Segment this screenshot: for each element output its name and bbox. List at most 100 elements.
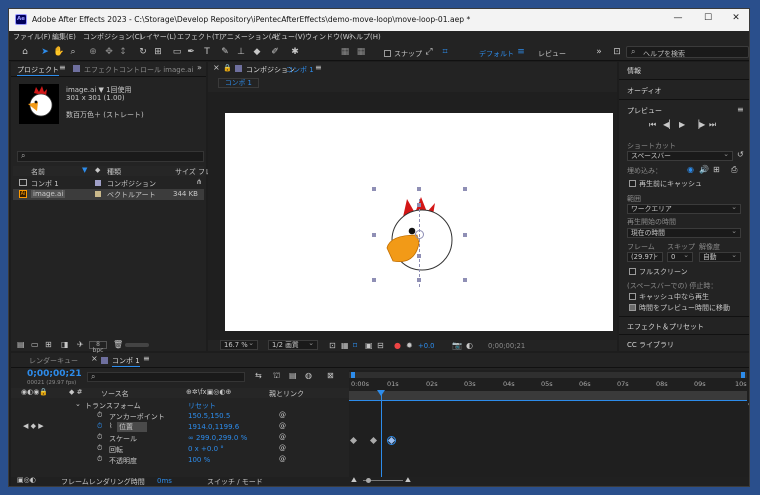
rotation-tool-icon[interactable]: ↻ <box>137 46 149 58</box>
adjust-icon[interactable]: ◨ <box>61 340 69 349</box>
chevron-down-icon[interactable]: ⌄ <box>75 400 81 408</box>
time-graph[interactable]: 0:00s 01s 02s 03s 04s 05s 06s 07s 08s 09… <box>349 370 749 477</box>
menu-edit[interactable]: 編集(E) <box>52 32 76 42</box>
hand-tool-icon[interactable]: ✋ <box>53 46 65 58</box>
composition-tab-name[interactable]: コンポ 1 <box>286 65 314 75</box>
property-value[interactable]: 100 % <box>188 456 210 464</box>
effect-controls-tab[interactable]: エフェクトコントロール image.ai <box>84 65 194 75</box>
expression-pickwhip-icon[interactable]: @ <box>279 433 286 441</box>
selection-tool-icon[interactable]: ➤ <box>39 46 51 58</box>
transparency-grid-icon[interactable]: ▦ <box>341 341 349 350</box>
video-include-icon[interactable]: ◉ <box>687 165 694 174</box>
position-keyframe-2[interactable] <box>369 436 378 445</box>
export-icon[interactable]: ⎙ <box>731 165 737 175</box>
timeline-comp-tab[interactable]: コンポ 1 <box>112 356 140 367</box>
puppet-tool-icon[interactable]: ✱ <box>289 46 301 58</box>
cache-before-checkbox[interactable] <box>629 180 636 187</box>
graph-editor-icon[interactable]: ⊠ <box>327 371 334 380</box>
type-tool-icon[interactable]: T <box>201 46 213 58</box>
motion-blur-icon[interactable]: ◍ <box>305 371 312 380</box>
fullscreen-checkbox[interactable] <box>629 268 636 275</box>
transform-handle-r[interactable] <box>463 233 467 237</box>
pan-camera-icon[interactable]: ✥ <box>103 46 115 58</box>
libraries-tab[interactable]: CC ライブラリ <box>627 340 674 350</box>
close-tab-icon[interactable]: × <box>213 63 220 72</box>
stopwatch-icon[interactable]: ⏱ <box>97 444 102 453</box>
move-time-checkbox[interactable] <box>629 304 636 311</box>
stopwatch-icon[interactable]: ⏱ <box>97 433 102 442</box>
new-folder-icon[interactable]: ▭ <box>31 340 39 349</box>
rectangle-tool-icon[interactable]: ▭ <box>171 46 183 58</box>
start-dropdown[interactable]: 現在の時間 <box>627 227 741 238</box>
expression-pickwhip-icon[interactable]: @ <box>279 411 286 419</box>
exposure-value[interactable]: +0.0 <box>418 342 435 350</box>
label-column-icon[interactable]: ◆ <box>95 166 100 174</box>
flowchart-icon[interactable]: ⋔ <box>196 178 202 186</box>
project-item-comp[interactable]: コンポ 1 コンポジション ⋔ <box>13 178 204 189</box>
viewer-area[interactable] <box>208 92 617 340</box>
interpret-footage-icon[interactable]: ▤ <box>17 340 25 349</box>
motion-path-keyframe[interactable] <box>417 203 421 207</box>
first-frame-icon[interactable]: ⏮ <box>649 120 656 130</box>
time-ruler[interactable]: 0:00s 01s 02s 03s 04s 05s 06s 07s 08s 09… <box>349 380 747 390</box>
previous-frame-icon[interactable]: ◀▏ <box>663 120 675 129</box>
zoom-out-icon[interactable]: ⛰ <box>351 476 357 485</box>
workspace-overflow-icon[interactable]: » <box>593 46 605 58</box>
opacity-row[interactable]: ⏱ 不透明度 100 % @ <box>11 455 349 466</box>
rotation-row[interactable]: ⏱ 回転 0 x +0.0 ° @ <box>11 444 349 455</box>
panel-menu-icon[interactable]: ≡ <box>315 63 322 72</box>
snap-checkbox[interactable] <box>384 50 391 57</box>
info-panel-tab[interactable]: 情報 <box>627 66 641 76</box>
close-icon[interactable]: ✕ <box>725 13 747 23</box>
menu-window[interactable]: ウィンドウ(W) <box>305 32 352 42</box>
panel-menu-icon[interactable]: ≡ <box>143 354 150 363</box>
last-frame-icon[interactable]: ⏭ <box>709 120 716 130</box>
workspace-review[interactable]: レビュー <box>538 49 566 59</box>
transform-handle-l[interactable] <box>372 233 376 237</box>
transform-handle-t[interactable] <box>417 187 421 191</box>
transform-handle-tr[interactable] <box>463 187 467 191</box>
scale-row[interactable]: ⏱ スケール ∞ 299.0,299.0 % @ <box>11 433 349 444</box>
menu-help[interactable]: ヘルプ(H) <box>349 32 381 42</box>
workspace-menu-icon[interactable]: ≡ <box>515 46 527 58</box>
layer-switches-icon[interactable]: ▣◎◐ <box>17 476 36 484</box>
snap-target-icon[interactable]: ⌗ <box>439 46 451 58</box>
menu-effect[interactable]: エフェクト(T) <box>177 32 222 42</box>
transform-handle-br[interactable] <box>463 278 467 282</box>
zoom-dropdown[interactable]: 16.7 % <box>220 339 258 350</box>
axis-world-icon[interactable]: ▦ <box>355 46 367 58</box>
home-icon[interactable]: ⌂ <box>19 46 31 58</box>
position-keyframe-1[interactable] <box>349 436 358 445</box>
panel-menu-icon[interactable]: ≡ <box>59 63 66 72</box>
property-value[interactable]: ∞ 299.0,299.0 % <box>188 434 247 442</box>
zoom-slider-handle[interactable] <box>366 478 371 483</box>
column-size[interactable]: サイズ <box>175 167 196 177</box>
range-dropdown[interactable]: ワークエリア <box>627 203 741 214</box>
pen-tool-icon[interactable]: ✒ <box>185 46 197 58</box>
audio-panel-tab[interactable]: オーディオ <box>627 86 662 96</box>
toggle-view-icon[interactable]: ⊟ <box>377 341 384 350</box>
navigator-end-handle[interactable] <box>741 372 745 378</box>
time-navigator[interactable] <box>349 372 747 378</box>
menu-animation[interactable]: アニメーション(A) <box>220 32 279 42</box>
brush-tool-icon[interactable]: ✎ <box>219 46 231 58</box>
project-item-image[interactable]: Ai image.ai ベクトルアート 344 KB <box>13 189 204 200</box>
column-name[interactable]: 名前 <box>31 167 45 177</box>
clone-stamp-icon[interactable]: ⊥ <box>235 46 247 58</box>
play-icon[interactable]: ▶ <box>679 120 685 129</box>
color-channel-icon[interactable]: ● <box>394 341 401 350</box>
workspace-default[interactable]: デフォルト <box>479 49 514 59</box>
skip-dropdown[interactable]: 0 <box>667 251 693 262</box>
timeline-scroll-handle[interactable]: ▾ <box>748 401 749 409</box>
position-row[interactable]: ◀ ◆ ▶ ⏱ ⌇ 位置 1914.0,1199.6 @ <box>11 422 349 433</box>
comp-subtab[interactable]: コンポ 1 <box>218 78 259 88</box>
source-name-header[interactable]: ソース名 <box>101 389 129 399</box>
overlay-include-icon[interactable]: ⊞ <box>713 165 720 174</box>
shy-layers-icon[interactable]: ⛫ <box>273 371 280 381</box>
sort-down-icon[interactable]: ▼ <box>82 166 87 174</box>
region-of-interest-icon[interactable]: ▣ <box>365 341 373 350</box>
bpc-button[interactable]: 8 bpc <box>89 341 107 354</box>
graph-icon[interactable]: ⌇ <box>109 422 112 430</box>
stopwatch-icon[interactable]: ⏱ <box>97 422 102 431</box>
pan-behind-tool-icon[interactable]: ⊞ <box>152 46 164 58</box>
